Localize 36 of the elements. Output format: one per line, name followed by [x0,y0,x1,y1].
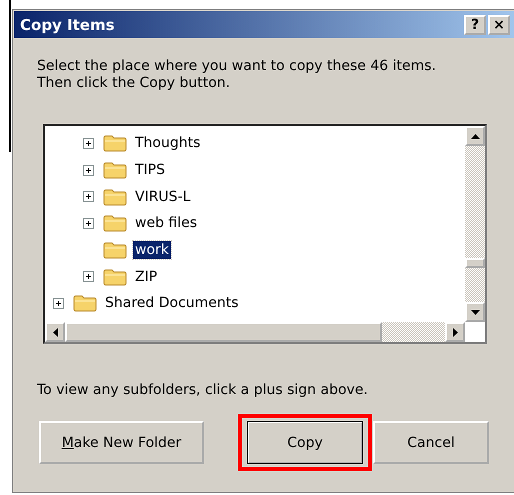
close-button[interactable]: × [488,14,510,34]
expand-icon[interactable] [83,138,94,149]
make-new-folder-button[interactable]: Make New Folder [39,421,204,464]
tree-item[interactable]: ZIP [133,268,160,286]
expand-icon[interactable] [83,271,94,282]
copy-button[interactable]: Copy [247,421,363,464]
tree-item[interactable]: Shared Documents [103,294,241,312]
instruction-text: Select the place where you want to copy these 46 items. Then click the Copy button. [37,58,438,92]
expand-icon[interactable] [53,298,64,309]
left-arrow-icon[interactable] [52,328,58,336]
right-arrow-icon[interactable] [452,328,458,336]
folder-icon [103,214,127,232]
help-button[interactable]: ? [464,14,486,34]
expand-icon[interactable] [83,164,94,176]
tree-item[interactable]: Thoughts [133,134,202,152]
expand-icon[interactable] [83,218,94,229]
down-arrow-icon[interactable] [470,310,480,314]
tree-item[interactable]: VIRUS-L [133,188,192,206]
tree-item[interactable]: work [133,241,171,260]
folder-icon [103,134,127,152]
window-title: Copy Items [20,16,115,34]
vertical-scrollbar[interactable] [465,126,485,322]
folder-icon [73,294,97,312]
tree-item[interactable]: TIPS [133,161,168,180]
folder-icon [103,241,127,260]
expand-icon[interactable] [83,191,94,202]
folder-icon [103,161,127,180]
folder-icon [103,268,127,286]
tree-item[interactable]: web files [133,214,200,232]
up-arrow-icon[interactable] [470,134,480,138]
folder-icon [103,188,127,206]
cancel-button[interactable]: Cancel [373,421,489,464]
hint-text: To view any subfolders, click a plus sign above. [37,382,369,398]
horizontal-scrollbar[interactable] [45,322,465,342]
scroll-thumb[interactable] [65,322,382,342]
scroll-thumb[interactable] [465,258,485,268]
